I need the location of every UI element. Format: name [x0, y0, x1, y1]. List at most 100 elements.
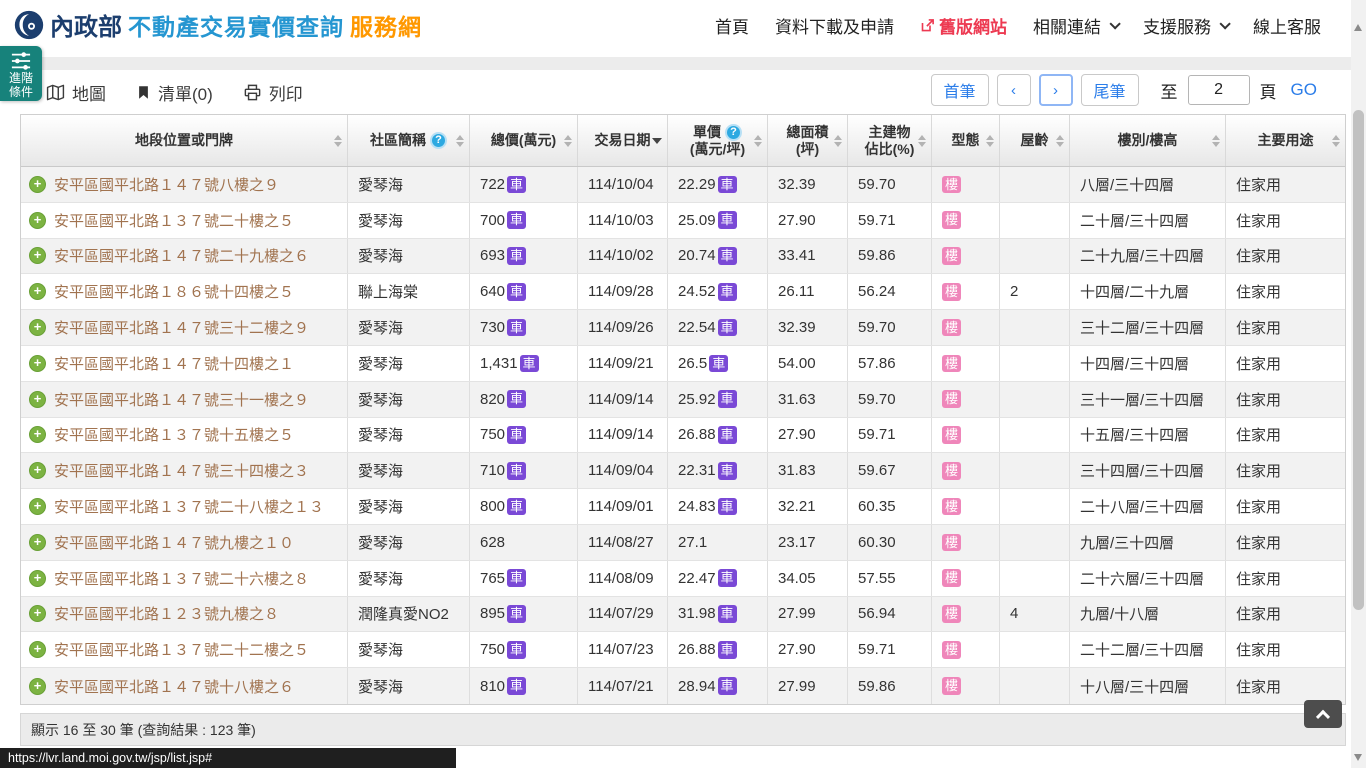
column-header-4[interactable]: 單價? (萬元/坪): [668, 115, 768, 166]
last-page-button[interactable]: 尾筆: [1080, 74, 1139, 106]
expand-plus-icon[interactable]: +: [29, 283, 46, 301]
goto-prefix-label: 至: [1160, 82, 1178, 102]
address-link[interactable]: 安平區國平北路１２３號九樓之８: [54, 603, 279, 624]
nav-home[interactable]: 首頁: [715, 13, 749, 38]
column-header-6[interactable]: 主建物 佔比(%): [848, 115, 932, 166]
nav-support[interactable]: 支援服務: [1143, 13, 1231, 38]
column-header-7[interactable]: 型態: [932, 115, 1000, 166]
address-link[interactable]: 安平區國平北路１４７號十八樓之６: [54, 676, 294, 697]
car-badge: 車: [717, 677, 737, 695]
expand-plus-icon[interactable]: +: [29, 498, 46, 516]
cell-unit-price: 31.98 車: [668, 596, 768, 632]
prev-page-button[interactable]: ‹: [996, 74, 1031, 106]
cell-age: 4: [1000, 596, 1070, 632]
address-link[interactable]: 安平區國平北路１４７號三十一樓之９: [54, 389, 309, 410]
advanced-tab-label: 進階 條件: [8, 71, 33, 99]
scrollbar-thumb[interactable]: [1353, 110, 1364, 610]
address-link[interactable]: 安平區國平北路１３７號十五樓之５: [54, 424, 294, 445]
cell-total-price: 750 車: [470, 417, 578, 453]
car-badge: 車: [717, 605, 737, 623]
cell-ratio: 59.70: [848, 310, 932, 345]
cell-address: + 安平區國平北路１４７號十四樓之１: [21, 345, 348, 381]
page-number-input[interactable]: [1187, 75, 1250, 105]
address-link[interactable]: 安平區國平北路１４７號八樓之９: [54, 174, 279, 195]
column-header-0[interactable]: 地段位置或門牌: [21, 115, 348, 166]
expand-plus-icon[interactable]: +: [29, 319, 46, 337]
column-header-3[interactable]: 交易日期: [578, 115, 668, 166]
expand-plus-icon[interactable]: +: [29, 605, 46, 623]
expand-plus-icon[interactable]: +: [29, 677, 46, 695]
expand-plus-icon[interactable]: +: [29, 569, 46, 587]
go-button[interactable]: GO: [1291, 80, 1317, 100]
expand-plus-icon[interactable]: +: [29, 390, 46, 408]
list-button[interactable]: 清單(0): [136, 76, 213, 108]
nav-downloads[interactable]: 資料下載及申請: [775, 13, 894, 38]
expand-plus-icon[interactable]: +: [29, 641, 46, 659]
site-logo[interactable]: 內政部 不動產交易實價查詢 服務網: [14, 7, 422, 42]
scrollbar-up-icon[interactable]: [1354, 24, 1362, 31]
cell-area: 32.39: [768, 310, 848, 345]
toolbar: 地圖 清單(0) 列印 首筆 ‹ › 尾筆 至 頁 GO: [0, 70, 1351, 114]
cell-unit-price: 22.31 車: [668, 453, 768, 489]
address-link[interactable]: 安平區國平北路１４７號九樓之１０: [54, 532, 294, 553]
expand-plus-icon[interactable]: +: [29, 533, 46, 551]
nav-old-site[interactable]: 舊版網站: [920, 13, 1007, 38]
address-link[interactable]: 安平區國平北路１４７號三十二樓之９: [54, 317, 309, 338]
nav-online-service[interactable]: 線上客服: [1253, 13, 1321, 38]
cell-ratio: 59.86: [848, 668, 932, 704]
expand-plus-icon[interactable]: +: [29, 175, 46, 193]
next-page-button[interactable]: ›: [1038, 74, 1073, 106]
building-type-badge: 樓: [942, 390, 962, 408]
cell-date: 114/09/01: [578, 489, 668, 524]
address-link[interactable]: 安平區國平北路１４７號十四樓之１: [54, 353, 294, 374]
address-link[interactable]: 安平區國平北路１３７號二十六樓之８: [54, 568, 309, 589]
print-button[interactable]: 列印: [243, 76, 303, 108]
cell-age: [1000, 560, 1070, 596]
cell-usage: 住家用: [1236, 427, 1282, 445]
cell-type: 樓: [932, 202, 1000, 238]
cell-unit-price: 26.88 車: [668, 417, 768, 453]
car-badge: 車: [717, 282, 737, 301]
help-icon[interactable]: ?: [725, 123, 742, 141]
column-header-9[interactable]: 樓別/樓高: [1070, 115, 1226, 166]
scrollbar-down-icon[interactable]: [1354, 754, 1362, 761]
cell-address: + 安平區國平北路１２３號九樓之８: [21, 596, 348, 632]
expand-plus-icon[interactable]: +: [29, 247, 46, 265]
cell-unit-price: 22.54 車: [668, 310, 768, 345]
help-icon[interactable]: ?: [430, 132, 447, 149]
column-header-10[interactable]: 主要用途: [1226, 115, 1345, 166]
advanced-conditions-tab[interactable]: 進階 條件: [0, 46, 42, 101]
column-header-8[interactable]: 屋齡: [1000, 115, 1070, 166]
brand-title-orange: 服務網: [350, 13, 422, 40]
scrollbar-track[interactable]: [1351, 0, 1366, 768]
brand-agency: 內政部: [50, 15, 122, 41]
scroll-top-button[interactable]: [1304, 700, 1342, 728]
cell-usage: 住家用: [1236, 606, 1282, 624]
column-header-2[interactable]: 總價(萬元): [470, 115, 578, 166]
address-link[interactable]: 安平區國平北路１３７號二十樓之５: [54, 210, 294, 231]
cell-date: 114/07/21: [578, 668, 668, 704]
cell-community: 愛琴海: [348, 453, 470, 489]
cell-date: 114/08/27: [578, 524, 668, 560]
address-link[interactable]: 安平區國平北路１８６號十四樓之５: [54, 281, 294, 302]
nav-related-links[interactable]: 相關連結: [1033, 13, 1121, 38]
cell-area: 32.39: [768, 167, 848, 202]
separator-band: [0, 57, 1351, 70]
expand-plus-icon[interactable]: +: [29, 426, 46, 444]
address-link[interactable]: 安平區國平北路１４７號三十四樓之３: [54, 460, 309, 481]
cell-floor: 二十層/三十四層: [1070, 202, 1226, 238]
address-link[interactable]: 安平區國平北路１３７號二十八樓之１３: [54, 496, 324, 517]
column-header-5[interactable]: 總面積 (坪): [768, 115, 848, 166]
expand-plus-icon[interactable]: +: [29, 211, 46, 229]
map-button[interactable]: 地圖: [46, 76, 106, 108]
first-page-button[interactable]: 首筆: [930, 74, 989, 106]
column-header-1[interactable]: 社區簡稱?: [348, 115, 470, 166]
status-url-tooltip: https://lvr.land.moi.gov.tw/jsp/list.jsp…: [0, 748, 456, 768]
address-link[interactable]: 安平區國平北路１３７號二十二樓之５: [54, 639, 309, 660]
cell-type: 樓: [932, 668, 1000, 704]
expand-plus-icon[interactable]: +: [29, 354, 46, 372]
table-body: + 安平區國平北路１４７號八樓之９ 愛琴海 722 車 114/10/04 22.29 車 32…: [21, 167, 1345, 704]
address-link[interactable]: 安平區國平北路１４７號二十九樓之６: [54, 245, 309, 266]
cell-total-price: 750 車: [470, 632, 578, 668]
expand-plus-icon[interactable]: +: [29, 462, 46, 480]
